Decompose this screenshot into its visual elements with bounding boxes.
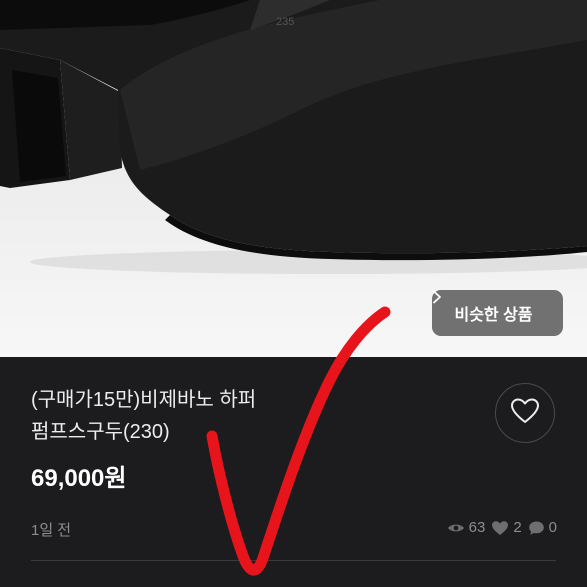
posted-time: 1일 전 xyxy=(31,522,72,539)
product-photo[interactable]: 235 비슷한 상품 xyxy=(0,0,587,357)
views-count: 63 xyxy=(468,519,486,536)
size-mark: 235 xyxy=(276,16,294,28)
product-title[interactable]: (구매가15만)비제바노 하퍼 펌프스구두(230) xyxy=(31,384,331,448)
product-title-line2: 펌프스구두(230) xyxy=(31,421,170,443)
likes-stat: 2 xyxy=(491,519,522,536)
similar-products-button[interactable]: 비슷한 상품 xyxy=(432,290,563,336)
divider xyxy=(31,560,556,561)
similar-products-label: 비슷한 상품 xyxy=(454,307,533,324)
heart-outline-icon xyxy=(510,397,540,430)
like-button[interactable] xyxy=(495,383,555,443)
chats-count: 0 xyxy=(548,519,557,536)
product-title-line1: (구매가15만)비제바노 하퍼 xyxy=(31,389,257,411)
chats-stat: 0 xyxy=(528,519,557,536)
views-stat: 63 xyxy=(447,519,486,536)
chat-bubble-icon xyxy=(528,520,545,536)
eye-icon xyxy=(447,522,465,534)
likes-count: 2 xyxy=(513,519,522,536)
heart-icon xyxy=(491,520,509,536)
product-price: 69,000원 xyxy=(31,465,127,492)
product-info-panel: (구매가15만)비제바노 하퍼 펌프스구두(230) 69,000원 1일 전 … xyxy=(0,357,587,587)
stats-row: 63 2 0 xyxy=(447,519,557,536)
